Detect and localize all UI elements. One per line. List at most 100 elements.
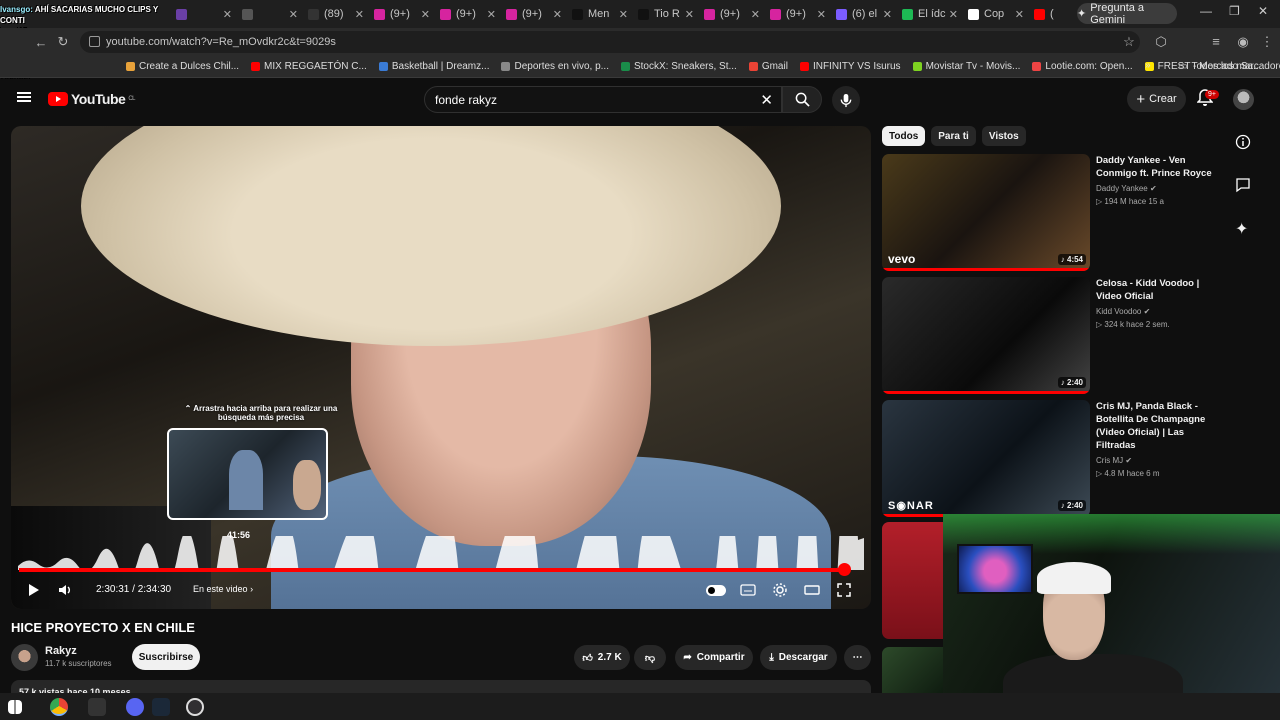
back-button[interactable]: ← (30, 35, 52, 50)
browser-tab[interactable]: (9+) ✕ (368, 0, 434, 28)
recommendation-item[interactable]: vevo ♪ 4:54 Daddy Yankee - Ven Conmigo ft.… (882, 154, 1212, 272)
browser-tab[interactable]: (9+) ✕ (698, 0, 764, 28)
channel-avatar[interactable] (11, 644, 38, 671)
close-tab-icon[interactable]: ✕ (817, 8, 826, 21)
recommendation-channel[interactable]: Cris MJ ✔ (1096, 456, 1132, 465)
clear-search-icon[interactable]: ✕ (760, 91, 773, 109)
recommendation-thumbnail[interactable] (882, 647, 943, 693)
reload-icon[interactable]: ↻ (52, 34, 74, 50)
create-button[interactable]: + Crear (1127, 86, 1186, 112)
filter-chip[interactable]: Vistos (981, 126, 1026, 146)
browser-tab[interactable]: (89) ✕ (302, 0, 368, 28)
chapter-button[interactable]: En este video › (193, 584, 253, 594)
browser-tab[interactable]: ✕ (170, 0, 236, 28)
description-box[interactable]: 57 k vistas hace 10 meses (11, 680, 871, 697)
scrubber-knob[interactable] (837, 563, 851, 576)
recommendation-channel[interactable]: Kidd Voodoo ✔ (1096, 307, 1150, 316)
recommendation-item[interactable]: ♪ 2:40 Celosa - Kidd Voodoo | Video Ofici… (882, 277, 1212, 395)
browser-tab[interactable]: ✕ (236, 0, 302, 28)
browser-tab[interactable]: (6) el ✕ (830, 0, 896, 28)
gemini-button[interactable]: ✦ Pregunta a Gemini (1077, 2, 1177, 26)
browser-tab[interactable]: Cop ✕ (962, 0, 1028, 28)
menu-icon[interactable]: ⋮ (1256, 34, 1278, 50)
site-info-icon[interactable] (89, 36, 100, 47)
profile-icon[interactable]: ◉ (1232, 34, 1254, 50)
download-button[interactable]: ⤓ Descargar (760, 645, 837, 670)
dislike-button[interactable]: 👎︎ (634, 645, 666, 670)
minimize-button[interactable]: — (1200, 4, 1212, 18)
browser-tab[interactable]: El ídc ✕ (896, 0, 962, 28)
close-tab-icon[interactable]: ✕ (289, 8, 298, 21)
bookmark-item[interactable]: Deportes en vivo, p... (495, 61, 615, 72)
bookmark-item[interactable]: Create a Dulces Chil... (120, 61, 245, 72)
menu-hamburger-icon[interactable] (17, 92, 31, 102)
chrome-icon[interactable] (50, 697, 68, 716)
settings-gear-icon[interactable] (772, 582, 788, 598)
close-tab-icon[interactable]: ✕ (619, 8, 628, 21)
recommendation-thumbnail[interactable] (882, 522, 943, 639)
more-bookmarks-icon[interactable]: » (1145, 60, 1151, 71)
windows-start-icon[interactable] (8, 699, 22, 714)
close-tab-icon[interactable]: ✕ (949, 8, 958, 21)
bookmark-item[interactable]: Basketball | Dreamz... (373, 61, 496, 72)
recommendation-title[interactable]: Daddy Yankee - Ven Conmigo ft. Prince Ro… (1096, 154, 1212, 180)
browser-tab[interactable]: Tio R ✕ (632, 0, 698, 28)
recommendation-thumbnail[interactable]: S◉NAR ♪ 2:40 (882, 400, 1090, 517)
bookmark-item[interactable]: INFINITY VS Isurus (794, 61, 907, 72)
channel-name[interactable]: Rakyz (45, 645, 77, 657)
discord-icon[interactable] (126, 697, 144, 716)
search-input[interactable]: fonde rakyz ✕ (424, 86, 782, 113)
recommendation-item[interactable]: S◉NAR ♪ 2:40 Cris MJ, Panda Black - Botell… (882, 400, 1212, 518)
bookmark-item[interactable]: Lootie.com: Open... (1026, 61, 1138, 72)
close-tab-icon[interactable]: ✕ (553, 8, 562, 21)
volume-icon[interactable] (57, 582, 73, 598)
ai-sparkle-icon[interactable]: ✦ (1235, 219, 1248, 239)
filter-chip[interactable]: Todos (882, 126, 926, 146)
autoplay-toggle[interactable] (706, 585, 726, 596)
close-tab-icon[interactable]: ✕ (883, 8, 892, 21)
recommendation-title[interactable]: Cris MJ, Panda Black - Botellita De Cham… (1096, 400, 1212, 452)
bookmark-item[interactable]: MIX REGGAETÓN C... (245, 61, 373, 72)
close-tab-icon[interactable]: ✕ (355, 8, 364, 21)
close-window-button[interactable]: ✕ (1258, 4, 1268, 18)
all-bookmarks-folder[interactable]: ▭ Todos los marcadores (1172, 61, 1280, 72)
theater-mode-icon[interactable] (804, 582, 820, 598)
bookmark-item[interactable]: StockX: Sneakers, St... (615, 61, 743, 72)
play-icon[interactable] (25, 582, 41, 598)
subscribe-button[interactable]: Suscribirse (132, 644, 200, 670)
recommendation-thumbnail[interactable]: ♪ 2:40 (882, 277, 1090, 394)
browser-tab[interactable]: (9+) ✕ (434, 0, 500, 28)
close-tab-icon[interactable]: ✕ (223, 8, 232, 21)
restore-button[interactable]: ❐ (1229, 4, 1240, 18)
close-tab-icon[interactable]: ✕ (1015, 8, 1024, 21)
recommendation-thumbnail[interactable]: vevo ♪ 4:54 (882, 154, 1090, 271)
recommendation-channel[interactable]: Daddy Yankee ✔ (1096, 184, 1157, 193)
close-tab-icon[interactable]: ✕ (685, 8, 694, 21)
browser-tab[interactable]: (9+) ✕ (764, 0, 830, 28)
more-actions-button[interactable]: ⋯ (844, 645, 871, 670)
chat-icon[interactable] (1235, 177, 1251, 198)
share-button[interactable]: ➦ Compartir (675, 645, 753, 670)
filter-chip[interactable]: Para ti (931, 126, 976, 146)
subtitles-icon[interactable] (740, 582, 756, 598)
extension-icon[interactable]: ⬡ (1150, 34, 1172, 50)
taskbar-app-icon[interactable] (88, 697, 106, 716)
steam-icon[interactable] (152, 697, 170, 716)
media-control-icon[interactable]: ≡ (1205, 34, 1227, 49)
recommendation-title[interactable]: Celosa - Kidd Voodoo | Video Oficial (1096, 277, 1212, 303)
close-tab-icon[interactable]: ✕ (487, 8, 496, 21)
fullscreen-icon[interactable] (836, 582, 852, 598)
bookmark-item[interactable]: Gmail (743, 61, 794, 72)
close-tab-icon[interactable]: ✕ (751, 8, 760, 21)
progress-bar[interactable] (19, 563, 851, 576)
info-icon[interactable] (1235, 134, 1251, 155)
browser-tab[interactable]: Men ✕ (566, 0, 632, 28)
bookmark-item[interactable]: Movistar Tv - Movis... (907, 61, 1027, 72)
close-tab-icon[interactable]: ✕ (421, 8, 430, 21)
search-button[interactable] (782, 86, 822, 113)
account-avatar[interactable] (1233, 89, 1254, 110)
like-button[interactable]: 👍︎ 2.7 K (574, 645, 630, 670)
youtube-logo[interactable]: YouTube CL (48, 91, 135, 107)
obs-icon[interactable] (186, 697, 204, 716)
voice-search-button[interactable] (832, 86, 860, 114)
